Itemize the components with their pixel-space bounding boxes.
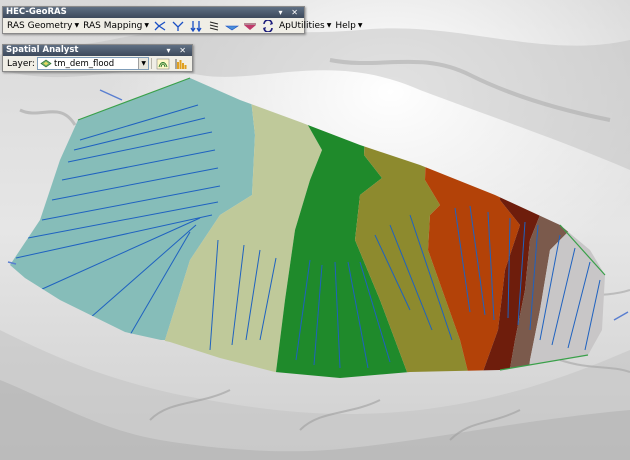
chevron-down-icon: ▼: [74, 22, 80, 29]
layer-dropdown[interactable]: tm_dem_flood ▼: [36, 57, 150, 70]
toolbar-controls[interactable]: ▾ ✕: [278, 7, 301, 18]
stream-centerline-icon[interactable]: [151, 19, 169, 32]
refresh-icon[interactable]: [259, 19, 277, 32]
menu-aputilities[interactable]: ApUtilities ▼: [277, 19, 333, 32]
bridges-icon[interactable]: [223, 19, 241, 32]
raster-layer-icon: [40, 59, 52, 68]
chevron-down-icon[interactable]: ▼: [138, 58, 149, 69]
spatial-analyst-toolbar: Spatial Analyst ▾ ✕ Layer: tm_dem_flood …: [2, 44, 193, 72]
chevron-down-icon: ▼: [326, 22, 332, 29]
cross-sections-icon[interactable]: [187, 19, 205, 32]
toolbar-title-bar[interactable]: Spatial Analyst ▾ ✕: [3, 45, 192, 56]
menu-ras-mapping[interactable]: RAS Mapping ▼: [81, 19, 151, 32]
flow-paths-icon[interactable]: [169, 19, 187, 32]
chevron-down-icon: ▼: [357, 22, 363, 29]
toolbar-title-bar[interactable]: HEC-GeoRAS ▾ ✕: [3, 7, 304, 18]
chevron-down-icon: ▼: [144, 22, 149, 29]
toolbar-controls[interactable]: ▾ ✕: [166, 45, 189, 56]
levees-icon[interactable]: [241, 19, 259, 32]
toolbar-title: HEC-GeoRAS: [6, 7, 67, 17]
toolbar-title: Spatial Analyst: [6, 45, 79, 55]
contour-icon[interactable]: [154, 57, 172, 70]
layer-dropdown-value: tm_dem_flood: [53, 58, 115, 69]
histogram-icon[interactable]: [172, 57, 190, 70]
banks-icon[interactable]: [205, 19, 223, 32]
layer-label: Layer:: [7, 58, 35, 69]
menu-help[interactable]: Help ▼: [333, 19, 364, 32]
menu-ras-geometry[interactable]: RAS Geometry ▼: [5, 19, 81, 32]
hec-georas-toolbar: HEC-GeoRAS ▾ ✕ RAS Geometry ▼ RAS Mapping…: [2, 6, 363, 34]
